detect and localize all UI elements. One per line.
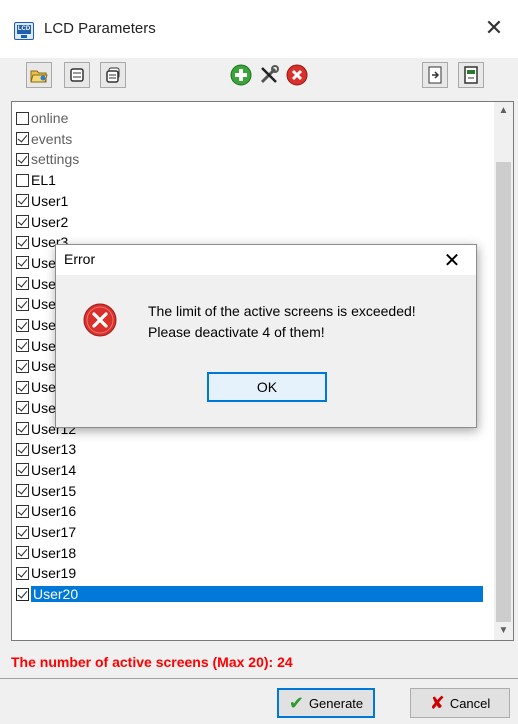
import-icon: [428, 66, 442, 84]
list-item[interactable]: User19: [16, 563, 494, 583]
dialog-close-icon[interactable]: ✕: [440, 248, 464, 273]
generate-button[interactable]: ✔ Generate: [277, 688, 375, 718]
list-item[interactable]: User20: [16, 584, 494, 604]
title-bar: LCD LCD Parameters ✕: [0, 0, 518, 58]
list-item-label: User18: [31, 544, 77, 561]
checkbox[interactable]: [16, 463, 29, 477]
checkbox[interactable]: [16, 339, 29, 353]
checkbox[interactable]: [16, 318, 29, 332]
list-item[interactable]: User17: [16, 522, 494, 542]
list-item-label: User14: [31, 461, 77, 478]
tools-button[interactable]: [256, 62, 282, 88]
list-item[interactable]: User1: [16, 191, 494, 211]
error-message-line2: Please deactivate 4 of them!: [148, 324, 325, 340]
list-item[interactable]: User2: [16, 212, 494, 232]
checkmark-icon: ✔: [288, 693, 304, 713]
checkbox[interactable]: [16, 132, 29, 146]
screen-button[interactable]: [64, 62, 90, 88]
list-item-label: EL1: [31, 172, 56, 189]
list-item-label: events: [31, 130, 73, 147]
list-item[interactable]: online: [16, 108, 494, 128]
scroll-down-icon[interactable]: ▼: [494, 622, 513, 640]
list-item[interactable]: User15: [16, 481, 494, 501]
list-item-label: settings: [31, 151, 80, 168]
checkbox[interactable]: [16, 484, 29, 498]
checkbox[interactable]: [16, 235, 29, 249]
import-button[interactable]: [422, 62, 448, 88]
checkbox[interactable]: [16, 256, 29, 270]
vertical-scrollbar[interactable]: ▲ ▼: [494, 102, 513, 640]
list-item-label: User1: [31, 192, 69, 209]
window-close-icon[interactable]: ✕: [480, 14, 508, 42]
list-item[interactable]: events: [16, 129, 494, 149]
screens-button[interactable]: [100, 62, 126, 88]
export-icon: [464, 66, 478, 84]
checkbox[interactable]: [16, 401, 29, 415]
checkbox[interactable]: [16, 546, 29, 560]
lcd-icon-text: LCD: [17, 25, 31, 34]
error-dialog-title: Error: [64, 251, 96, 267]
list-item[interactable]: EL1: [16, 170, 494, 190]
ok-button[interactable]: OK: [207, 372, 327, 402]
list-item-label: User15: [31, 482, 77, 499]
screen-icon: [70, 68, 84, 82]
folder-open-icon: [30, 70, 48, 83]
checkbox[interactable]: [16, 422, 29, 435]
error-dialog-titlebar: Error ✕: [56, 245, 476, 275]
delete-icon: [286, 64, 308, 86]
checkbox[interactable]: [16, 504, 29, 518]
tools-icon: [260, 65, 279, 84]
list-item-label: User13: [31, 441, 77, 458]
checkbox[interactable]: [16, 277, 29, 291]
cancel-x-icon: ✘: [429, 693, 445, 713]
checkbox[interactable]: [16, 173, 29, 187]
checkbox[interactable]: [16, 215, 29, 228]
list-item-label: online: [31, 110, 69, 126]
cancel-button[interactable]: ✘ Cancel: [410, 688, 510, 718]
cancel-label: Cancel: [449, 695, 491, 711]
checkbox[interactable]: [16, 442, 29, 456]
list-item-label: User19: [31, 565, 77, 582]
scroll-up-icon[interactable]: ▲: [494, 102, 513, 120]
checkbox[interactable]: [16, 111, 29, 125]
screens-icon: [106, 67, 120, 83]
active-screens-status: The number of active screens (Max 20): 2…: [11, 654, 293, 670]
error-dialog: Error ✕ The limit of the active screens …: [55, 244, 477, 428]
lcd-app-icon: LCD: [14, 22, 34, 40]
error-icon: [83, 303, 117, 337]
list-item-label: User16: [31, 503, 77, 520]
list-item-label: User17: [31, 524, 77, 540]
add-button[interactable]: [228, 62, 254, 88]
checkbox[interactable]: [16, 587, 29, 601]
list-item[interactable]: User18: [16, 543, 494, 563]
error-message-line1: The limit of the active screens is excee…: [148, 303, 416, 319]
list-item[interactable]: User13: [16, 439, 494, 459]
checkbox[interactable]: [16, 359, 29, 373]
generate-label: Generate: [308, 695, 364, 711]
list-item[interactable]: settings: [16, 149, 494, 169]
toolbar: [0, 58, 518, 94]
export-button[interactable]: [458, 62, 484, 88]
delete-button[interactable]: [284, 62, 310, 88]
list-item[interactable]: User16: [16, 501, 494, 521]
add-icon: [230, 64, 252, 86]
list-item-label: User2: [31, 213, 69, 230]
checkbox[interactable]: [16, 525, 29, 539]
open-button[interactable]: [26, 62, 52, 88]
list-item[interactable]: User14: [16, 460, 494, 480]
list-item-label: User20: [31, 586, 483, 603]
scroll-thumb[interactable]: [496, 162, 511, 622]
checkbox[interactable]: [16, 152, 29, 166]
checkbox[interactable]: [16, 380, 29, 394]
divider: [0, 678, 518, 679]
checkbox[interactable]: [16, 297, 29, 311]
window-title: LCD Parameters: [44, 20, 156, 37]
checkbox[interactable]: [16, 566, 29, 580]
checkbox[interactable]: [16, 194, 29, 208]
